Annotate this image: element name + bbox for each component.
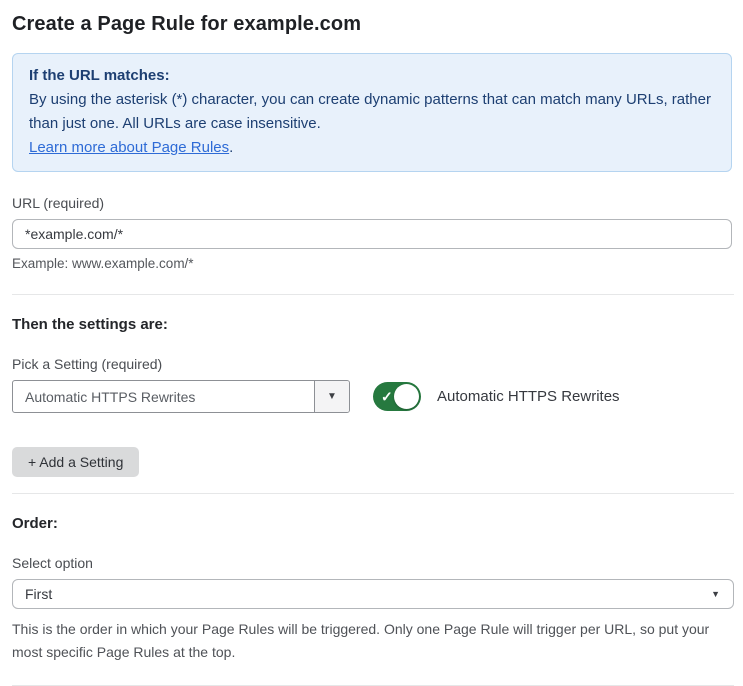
divider [12, 493, 734, 494]
link-period: . [229, 139, 234, 156]
chevron-down-icon: ▼ [327, 391, 337, 402]
add-setting-button[interactable]: + Add a Setting [12, 447, 140, 477]
settings-section-heading: Then the settings are: [12, 316, 168, 333]
url-matches-info-box: If the URL matches: By using the asteris… [12, 53, 732, 172]
setting-dropdown-arrow-button[interactable]: ▼ [314, 381, 349, 412]
page-title: Create a Page Rule for example.com [12, 13, 362, 35]
info-box-link-line: Learn more about Page Rules. [29, 136, 715, 160]
url-field-label: URL (required) [12, 195, 105, 211]
pick-setting-label: Pick a Setting (required) [12, 356, 163, 372]
https-rewrites-toggle[interactable]: ✓ [373, 382, 421, 411]
check-icon: ✓ [381, 388, 393, 405]
chevron-down-icon: ▼ [711, 589, 720, 599]
page-rule-form: Create a Page Rule for example.com If th… [0, 0, 743, 686]
setting-picker-row: Automatic HTTPS Rewrites ▼ ✓ Automatic H… [12, 380, 732, 413]
setting-dropdown[interactable]: Automatic HTTPS Rewrites ▼ [12, 380, 350, 413]
info-box-heading: If the URL matches: [29, 67, 170, 84]
url-input[interactable] [12, 219, 732, 249]
order-select-label: Select option [12, 555, 93, 571]
toggle-label: Automatic HTTPS Rewrites [437, 388, 620, 405]
order-select-value: First [25, 586, 53, 602]
order-select[interactable]: First ▼ [12, 579, 734, 609]
url-example-hint: Example: www.example.com/* [12, 256, 194, 271]
setting-toggle-wrap: ✓ Automatic HTTPS Rewrites [373, 382, 620, 411]
learn-more-link[interactable]: Learn more about Page Rules [29, 139, 229, 156]
order-help-text: This is the order in which your Page Rul… [12, 621, 710, 660]
setting-dropdown-value: Automatic HTTPS Rewrites [25, 388, 196, 405]
divider [12, 294, 734, 295]
toggle-knob [394, 384, 419, 409]
info-box-body: By using the asterisk (*) character, you… [29, 91, 711, 132]
order-section-heading: Order: [12, 515, 58, 532]
